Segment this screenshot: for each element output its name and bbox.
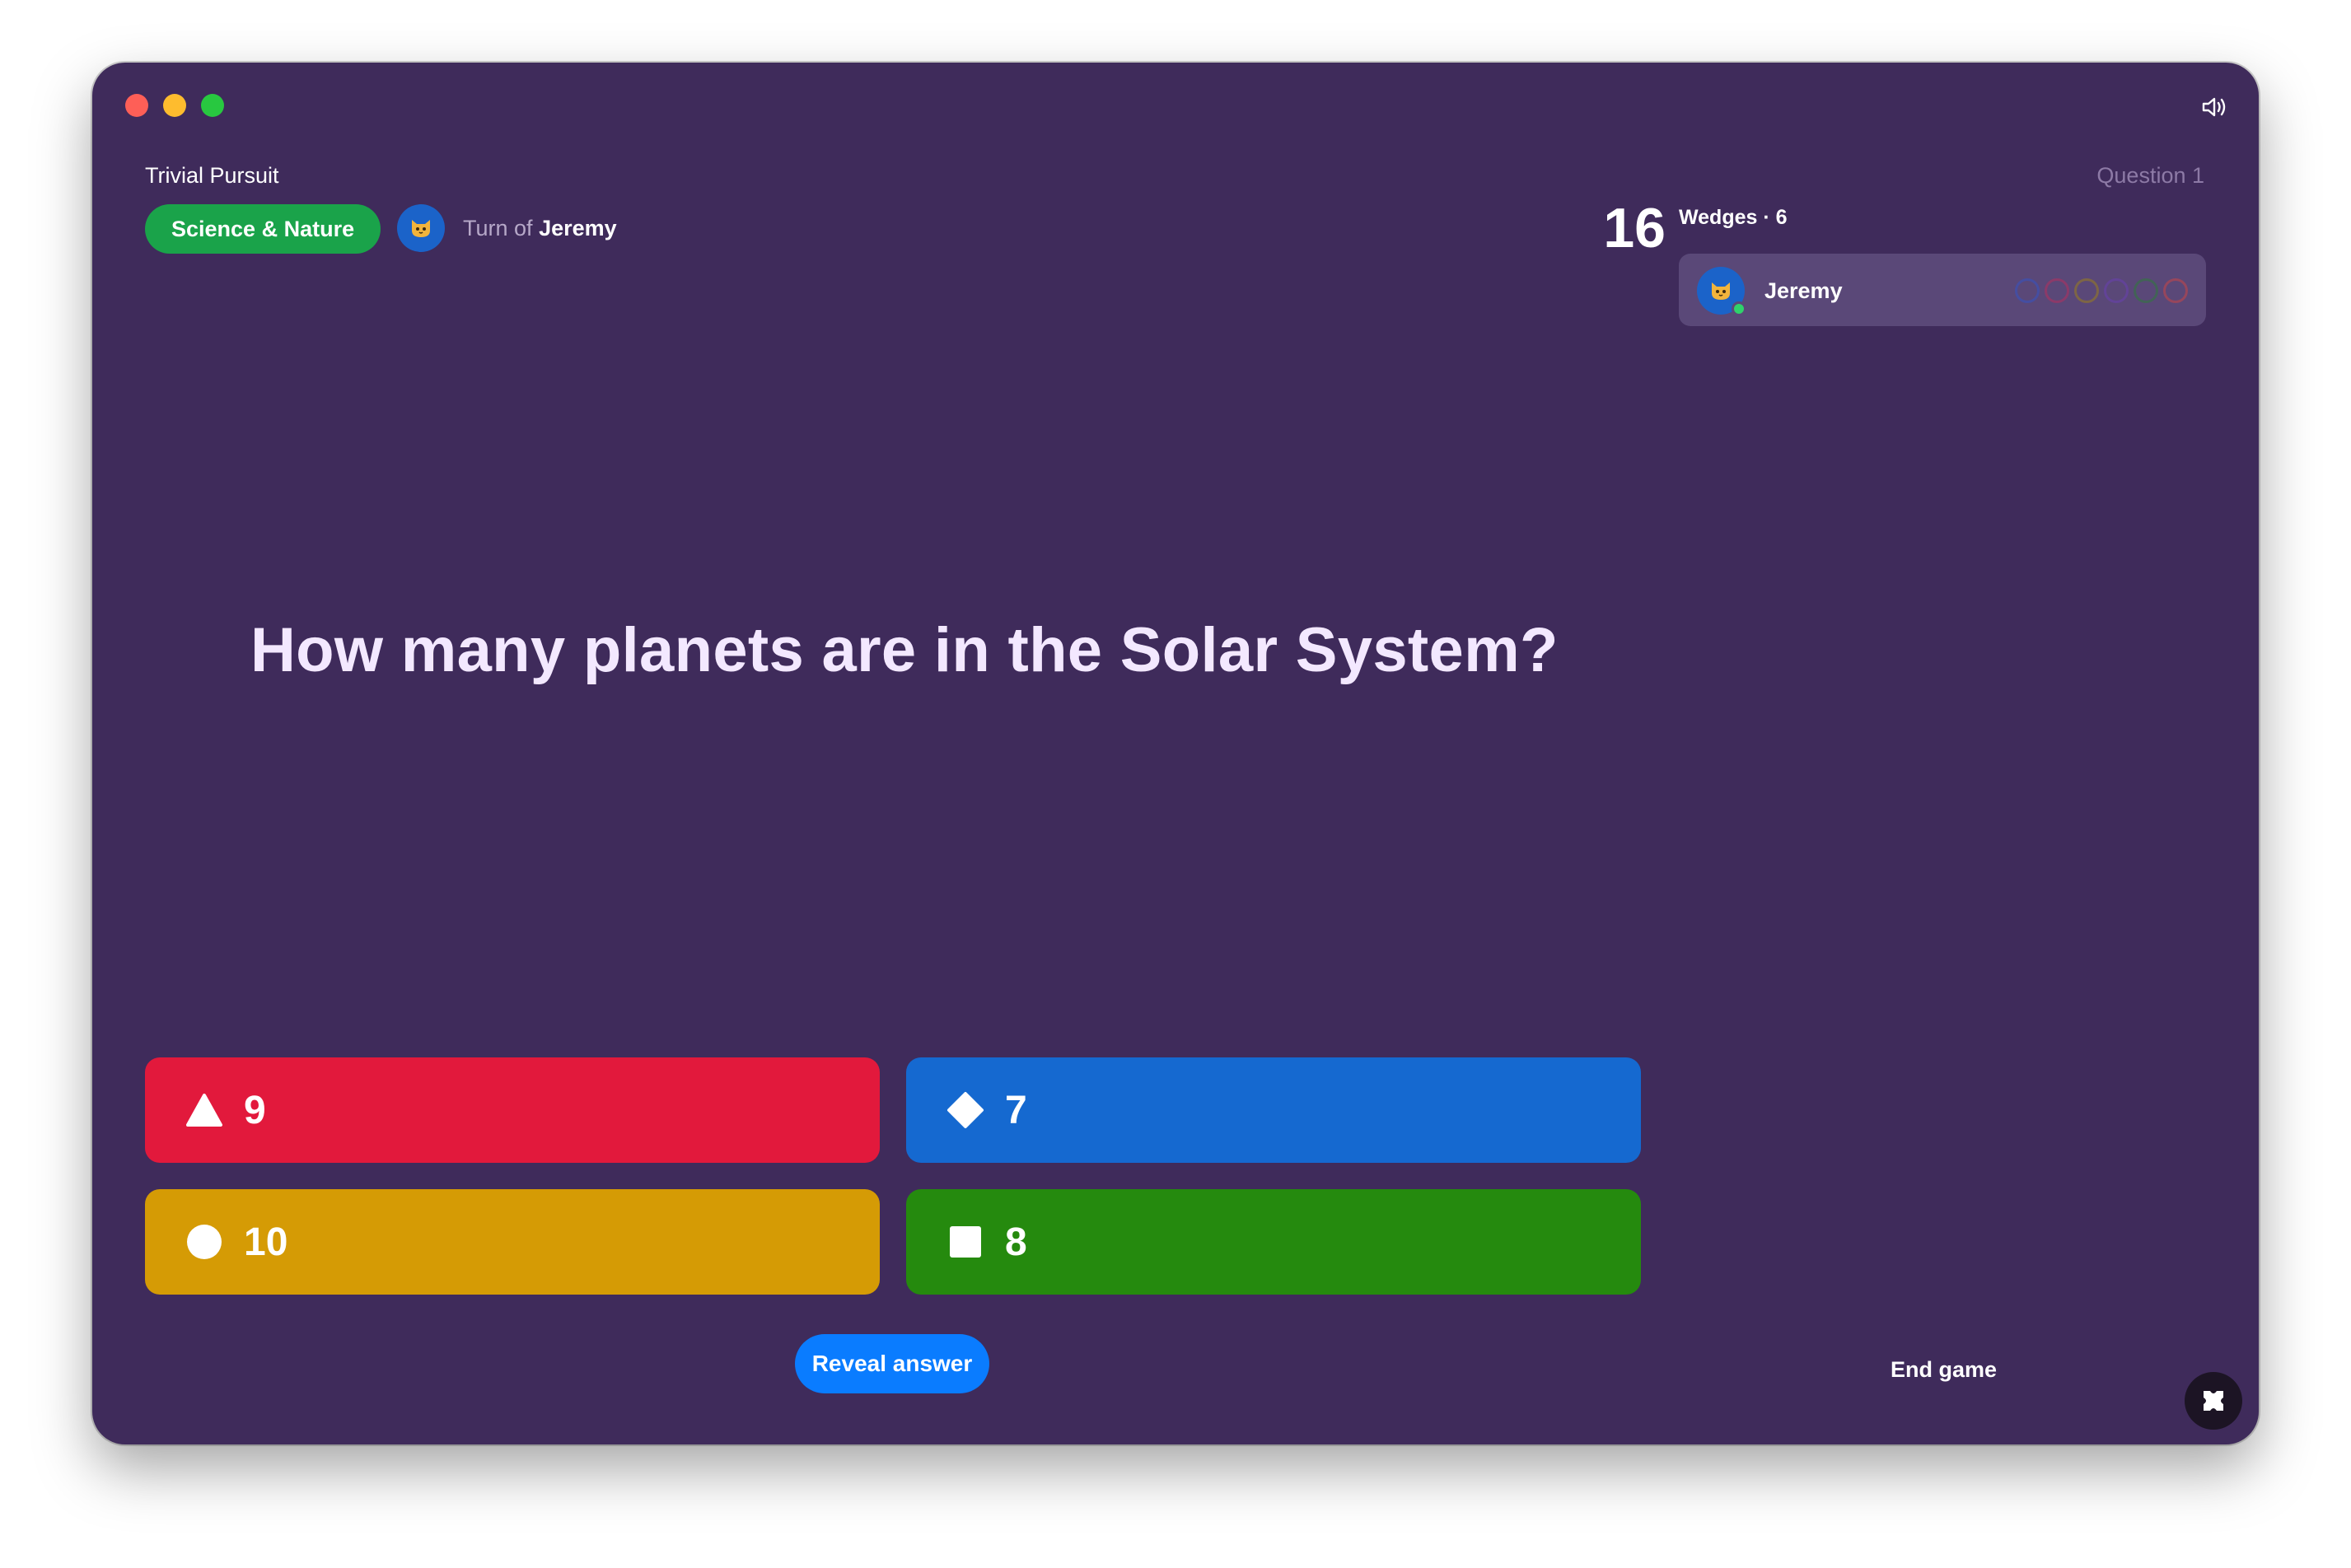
turn-prefix: Turn of (463, 216, 533, 240)
answer-option-2[interactable]: 7 (906, 1057, 1641, 1163)
close-window-button[interactable] (125, 94, 148, 117)
avatar (397, 204, 445, 252)
turn-player-name: Jeremy (539, 216, 617, 240)
square-icon (946, 1222, 985, 1262)
wedge-slot-3 (2074, 278, 2099, 303)
cat-face-icon (1712, 282, 1730, 300)
app-menu-button[interactable] (2185, 1372, 2242, 1430)
wedge-slot-2 (2045, 278, 2069, 303)
wedge-slots (2015, 278, 2188, 303)
diamond-icon (946, 1090, 985, 1130)
wedge-slot-4 (2104, 278, 2129, 303)
wedge-slot-1 (2015, 278, 2040, 303)
online-status-dot (1732, 301, 1746, 316)
app-title: Trivial Pursuit (145, 163, 279, 188)
answer-label: 10 (244, 1220, 288, 1264)
minimize-window-button[interactable] (163, 94, 186, 117)
cat-face-icon (412, 220, 430, 237)
player-name: Jeremy (1764, 278, 1843, 303)
zoom-window-button[interactable] (201, 94, 224, 117)
sound-toggle-button[interactable] (2196, 89, 2232, 125)
answer-label: 7 (1005, 1088, 1027, 1132)
answer-option-3[interactable]: 10 (145, 1189, 880, 1295)
end-game-button[interactable]: End game (1891, 1357, 1997, 1383)
app-menu-icon (2204, 1391, 2223, 1411)
answer-option-4[interactable]: 8 (906, 1189, 1641, 1295)
player-card: Jeremy (1679, 254, 2206, 326)
wedge-slot-5 (2134, 278, 2158, 303)
question-text: How many planets are in the Solar System… (250, 615, 1559, 685)
game-window: Trivial Pursuit Question 1 Science & Nat… (92, 63, 2259, 1444)
answer-label: 8 (1005, 1220, 1027, 1264)
window-controls (125, 94, 224, 117)
answer-label: 9 (244, 1088, 266, 1132)
turn-indicator: Turn of Jeremy (463, 216, 617, 241)
wedges-title: Wedges · 6 (1679, 206, 1788, 229)
question-number: Question 1 (2096, 163, 2204, 188)
speaker-icon (2202, 97, 2226, 117)
circle-icon (185, 1222, 224, 1262)
triangle-icon (185, 1090, 224, 1130)
reveal-answer-button[interactable]: Reveal answer (795, 1334, 989, 1393)
category-badge: Science & Nature (145, 204, 381, 254)
wedge-slot-6 (2163, 278, 2188, 303)
answer-option-1[interactable]: 9 (145, 1057, 880, 1163)
countdown-timer: 16 (1603, 197, 1666, 259)
